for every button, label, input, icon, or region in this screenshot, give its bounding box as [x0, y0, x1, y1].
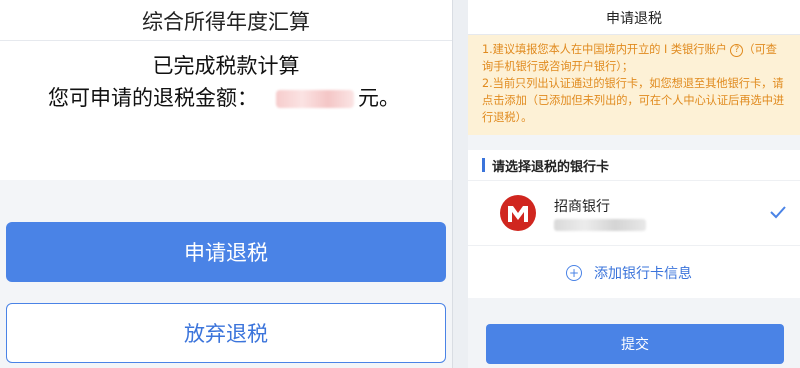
left-header: 综合所得年度汇算 — [0, 0, 452, 41]
page-title: 综合所得年度汇算 — [142, 10, 310, 34]
left-panel: 综合所得年度汇算 已完成税款计算 您可申请的退税金额： 元。 申请退税 放弃退税 — [0, 0, 452, 368]
notice-box: 1.建议填报您本人在中国境内开立的 I 类银行账户 ? （可查询手机银行或咨询开户… — [468, 35, 800, 135]
bank-name: 招商银行 — [554, 199, 610, 215]
right-title: 申请退税 — [606, 11, 662, 27]
question-circle-icon[interactable]: ? — [730, 43, 744, 57]
add-bank-card-label: 添加银行卡信息 — [594, 266, 692, 282]
result-status: 已完成税款计算 — [152, 54, 300, 78]
section-title: 请选择退税的银行卡 — [492, 160, 610, 175]
bank-account-redacted — [554, 219, 646, 231]
right-header: 申请退税 — [468, 0, 800, 35]
refund-amount-line: 您可申请的退税金额： 元。 — [48, 82, 400, 112]
notice-item-2: 2.当前只列出认证通过的银行卡，如您想退至其他银行卡，请点击添加（已添加但未列出… — [482, 77, 785, 124]
check-icon — [770, 206, 786, 219]
cmb-logo-icon — [500, 195, 536, 231]
abandon-refund-button[interactable]: 放弃退税 — [6, 303, 446, 363]
submit-button[interactable]: 提交 — [486, 324, 784, 364]
bank-card-option[interactable]: 招商银行 — [468, 181, 800, 246]
refund-amount-label: 您可申请的退税金额： — [48, 86, 258, 110]
right-panel: 申请退税 1.建议填报您本人在中国境内开立的 I 类银行账户 ? （可查询手机银行… — [468, 0, 800, 368]
panel-divider — [452, 0, 469, 368]
section-accent-bar — [482, 158, 485, 172]
section-header: 请选择退税的银行卡 — [468, 150, 800, 181]
notice-item-1: 1.建议填报您本人在中国境内开立的 I 类银行账户 ? （可查询手机银行或咨询开户… — [482, 43, 777, 73]
apply-refund-button[interactable]: 申请退税 — [6, 222, 446, 282]
currency-unit: 元。 — [358, 86, 400, 110]
add-bank-card-row[interactable]: + 添加银行卡信息 — [468, 246, 800, 298]
refund-amount-redacted — [276, 90, 354, 108]
plus-circle-icon: + — [566, 265, 582, 281]
